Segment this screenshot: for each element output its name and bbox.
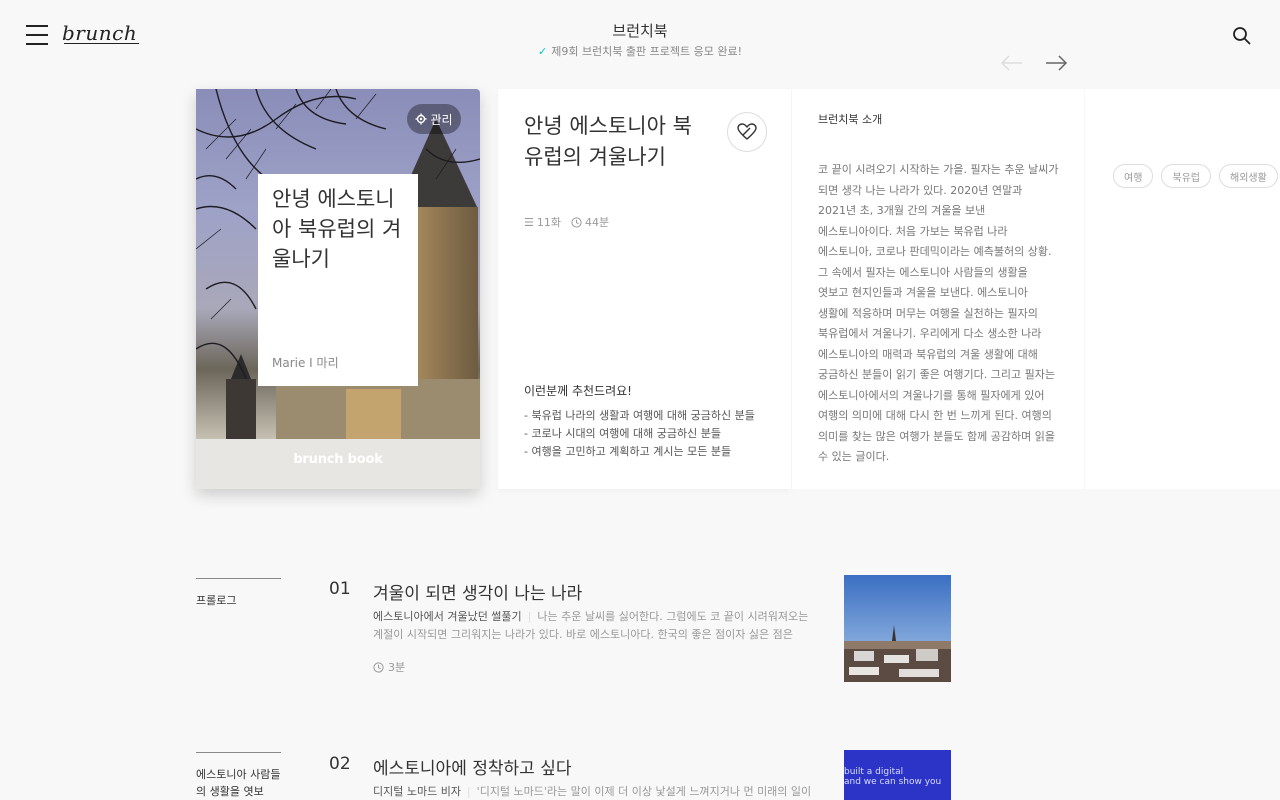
like-button[interactable]	[727, 112, 767, 152]
thumbnail-text: built a digital and we can show you	[844, 767, 942, 787]
next-arrow-icon[interactable]	[1044, 55, 1068, 71]
search-icon[interactable]	[1232, 26, 1252, 46]
recommend-list: - 북유럽 나라의 생활과 여행에 대해 궁금하신 분들 - 코로나 시대의 여…	[524, 407, 755, 461]
article-title[interactable]: 겨울이 되면 생각이 나는 나라	[373, 579, 582, 604]
page-title: 브런치북	[612, 22, 668, 40]
clock-icon	[373, 661, 384, 673]
divider: |	[466, 785, 471, 798]
article-excerpt[interactable]: 에스토니아에서 겨울났던 썰풀기 | 나는 추운 날씨를 싫어한다. 그럼에도 코 …	[373, 608, 815, 644]
cover-title: 안녕 에스토니아 북유럽의 겨울나기	[272, 187, 402, 271]
list-item: - 북유럽 나라의 생활과 여행에 대해 궁금하신 분들	[524, 409, 755, 422]
article-thumbnail[interactable]: built a digital and we can show you	[844, 750, 951, 800]
book-intro-panel: 브런치북 소개 코 끝이 시려오기 시작하는 가을. 필자는 추운 날씨가 되면…	[792, 89, 1084, 489]
article-number: 02	[329, 754, 351, 774]
submission-status-text: 제9회 브런치북 출판 프로젝트 응모 완료!	[551, 45, 743, 58]
article-subtitle: 디지털 노마드 비자	[373, 785, 461, 798]
episode-count: 11화	[536, 216, 561, 229]
list-item: - 여행을 고민하고 계획하고 계시는 모든 분들	[524, 445, 732, 458]
list-icon: ☰	[524, 215, 534, 229]
tag[interactable]: 북유럽	[1161, 164, 1212, 188]
intro-body: 코 끝이 시려오기 시작하는 가을. 필자는 추운 날씨가 되면 생각 나는 나…	[818, 163, 1059, 463]
list-item: - 코로나 시대의 여행에 대해 궁금하신 분들	[524, 427, 721, 440]
article-excerpt-text: '디지털 노마드'라는 말이 이제 더 이상 낯설게 느껴지거나 먼 미래의 일…	[476, 785, 812, 798]
check-icon: ✓	[537, 45, 548, 58]
article-read-time: 3분	[373, 659, 405, 675]
cover-brand: brunch book	[293, 452, 383, 467]
article-time-text: 3분	[388, 661, 406, 674]
heart-icon	[737, 123, 757, 140]
divider: |	[527, 610, 532, 623]
article-thumbnail[interactable]	[844, 575, 951, 682]
submission-status: ✓ 제9회 브런치북 출판 프로젝트 응모 완료!	[0, 43, 1280, 59]
prev-arrow-icon[interactable]	[1000, 55, 1024, 71]
section-label: 에스토니아 사람들의 생활을 엿보	[196, 752, 281, 798]
tag-list: 여행 북유럽 해외생활	[1113, 164, 1278, 188]
read-time: 44분	[585, 216, 610, 229]
manage-label: 관리	[430, 112, 453, 127]
cover-author: Marie I 마리	[272, 356, 339, 370]
tag[interactable]: 해외생활	[1219, 164, 1278, 188]
article-number: 01	[329, 579, 351, 599]
article-subtitle: 에스토니아에서 겨울났던 썰풀기	[373, 610, 522, 623]
book-title: 안녕 에스토니아 북유럽의 겨울나기	[524, 114, 692, 169]
manage-button[interactable]: 관리	[407, 104, 461, 134]
gear-icon	[415, 113, 427, 125]
tags-panel: 여행 북유럽 해외생활	[1085, 89, 1280, 489]
book-meta: ☰ 11화 44분	[524, 214, 609, 230]
section-label: 프롤로그	[196, 578, 281, 609]
tag[interactable]: 여행	[1113, 164, 1154, 188]
header: brunch 브런치북 ✓ 제9회 브런치북 출판 프로젝트 응모 완료!	[0, 0, 1280, 80]
clock-icon	[571, 216, 582, 228]
intro-heading: 브런치북 소개	[818, 113, 883, 126]
recommend-heading: 이런분께 추천드려요!	[524, 384, 632, 398]
book-info-panel: 안녕 에스토니아 북유럽의 겨울나기 ☰ 11화 44분 이런분께 추천드려요! …	[498, 89, 791, 489]
article-title[interactable]: 에스토니아에 정착하고 싶다	[373, 754, 572, 779]
city-thumbnail-image	[844, 575, 951, 682]
cover-title-card: 안녕 에스토니아 북유럽의 겨울나기 Marie I 마리	[258, 174, 418, 386]
article-excerpt[interactable]: 디지털 노마드 비자 | '디지털 노마드'라는 말이 이제 더 이상 낯설게 느껴…	[373, 783, 815, 800]
